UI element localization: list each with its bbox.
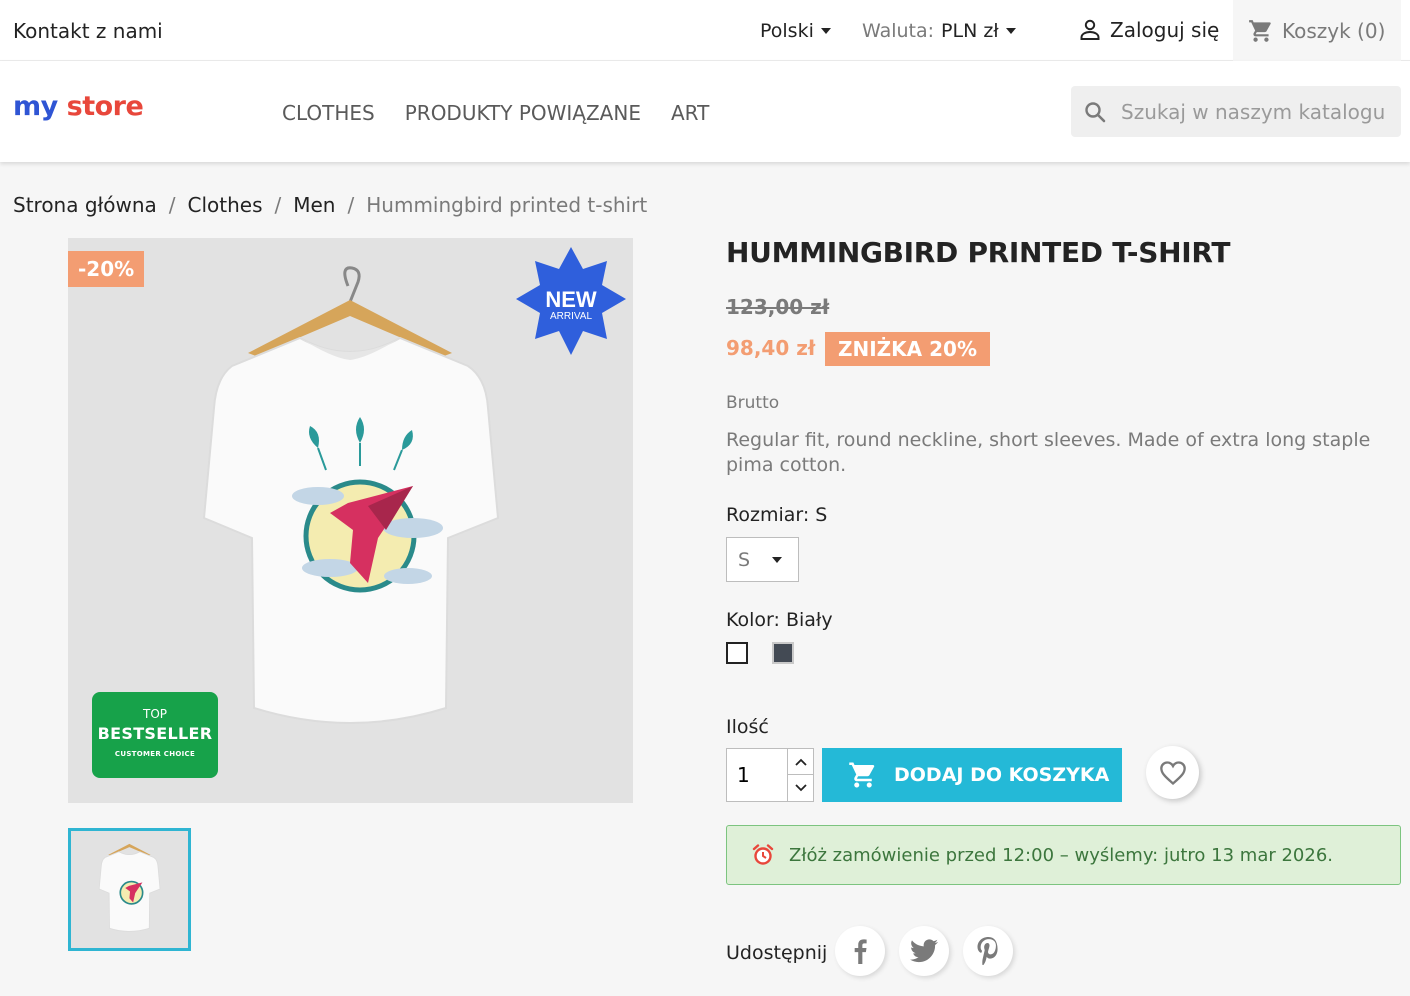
add-to-cart-label: Dodaj do koszyka [894,764,1110,786]
cart-label: Koszyk (0) [1282,18,1386,43]
main-header: my store Clothes Produkty powiązane Art [0,61,1410,162]
share-twitter-button[interactable] [899,926,949,976]
contact-link[interactable]: Kontakt z nami [13,19,163,43]
chevron-down-icon [1005,28,1016,34]
login-label: Zaloguj się [1110,18,1220,42]
breadcrumb-current: Hummingbird printed t-shirt [366,193,648,217]
quantity-input[interactable] [727,749,787,801]
breadcrumb-separator: / [168,193,176,217]
nav-item-related-products[interactable]: Produkty powiązane [405,101,641,125]
breadcrumb: Strona główna / Clothes / Men / Hummingb… [13,193,647,217]
color-label: Kolor: Biały [726,609,833,631]
size-select[interactable]: S [726,537,799,582]
main-nav: Clothes Produkty powiązane Art [282,101,709,125]
regular-price: 123,00 zł [726,295,830,319]
quantity-decrease-button[interactable] [787,775,814,801]
currency-value: PLN zł [941,20,999,42]
product-title: Hummingbird printed t-shirt [726,236,1231,269]
share-pinterest-button[interactable] [963,926,1013,976]
alarm-clock-icon [752,844,774,865]
logo-my: my [13,91,58,122]
search-input[interactable] [1119,98,1389,125]
cart-link[interactable]: Koszyk (0) [1233,0,1401,61]
chevron-down-icon [820,28,831,34]
breadcrumb-separator: / [347,193,355,217]
product-thumbnail[interactable] [68,828,191,951]
nav-item-clothes[interactable]: Clothes [282,101,375,125]
currency-selector[interactable]: Waluta: PLN zł [862,20,1016,42]
chevron-down-icon [772,556,783,563]
search-box [1071,86,1401,137]
cart-icon [1249,19,1271,42]
color-swatch-white[interactable] [726,642,748,664]
color-swatch-dark-grey[interactable] [772,642,794,664]
nav-item-art[interactable]: Art [671,101,709,125]
size-select-value: S [738,548,751,571]
chevron-up-icon [795,758,807,766]
share-label: Udostępnij [726,942,828,964]
language-selector[interactable]: Polski [760,20,831,42]
add-to-cart-button[interactable]: Dodaj do koszyka [822,748,1122,802]
pinterest-icon [977,937,998,965]
share-facebook-button[interactable] [835,926,885,976]
breadcrumb-home[interactable]: Strona główna [13,193,157,217]
current-price: 98,40 zł [726,336,816,360]
heart-icon [1159,760,1186,785]
breadcrumb-men[interactable]: Men [293,193,335,217]
shipping-notice-text: Złóż zamówienie przed 12:00 – wyślemy: j… [789,844,1334,866]
new-badge-line2: ARRIVAL [550,311,592,322]
chevron-down-icon [795,784,807,792]
facebook-icon [854,939,867,964]
discount-flag: -20% [68,251,145,287]
size-label: Rozmiar: S [726,504,828,526]
quantity-increase-button[interactable] [787,749,814,775]
bestseller-subtitle: CUSTOMER CHOICE [114,750,196,758]
user-icon [1080,19,1100,40]
quantity-label: Ilość [726,716,769,738]
logo-store: store [66,91,144,122]
shipping-notice: Złóż zamówienie przed 12:00 – wyślemy: j… [726,825,1401,885]
login-link[interactable]: Zaloguj się [1078,18,1219,42]
tax-label: Brutto [726,393,780,413]
new-arrival-badge: NEW ARRIVAL [516,247,626,355]
store-logo[interactable]: my store [13,91,144,122]
quantity-stepper [726,748,814,802]
bestseller-title: BESTSELLER [97,724,213,743]
language-label: Polski [760,20,814,42]
bestseller-top: TOP [142,707,167,721]
search-icon[interactable] [1083,100,1107,124]
breadcrumb-clothes[interactable]: Clothes [188,193,263,217]
currency-label: Waluta: [862,20,935,42]
tshirt-thumbnail-image [71,831,188,948]
cart-icon [849,762,875,788]
new-badge-line1: NEW [545,287,597,312]
wishlist-button[interactable] [1146,746,1199,799]
discount-badge: Zniżka 20% [825,332,990,366]
breadcrumb-separator: / [274,193,282,217]
bestseller-badge: TOP BESTSELLER CUSTOMER CHOICE [92,692,218,778]
top-bar: Kontakt z nami Polski Waluta: PLN zł Zal… [0,0,1410,61]
twitter-icon [910,939,938,963]
product-description: Regular fit, round neckline, short sleev… [726,429,1371,476]
